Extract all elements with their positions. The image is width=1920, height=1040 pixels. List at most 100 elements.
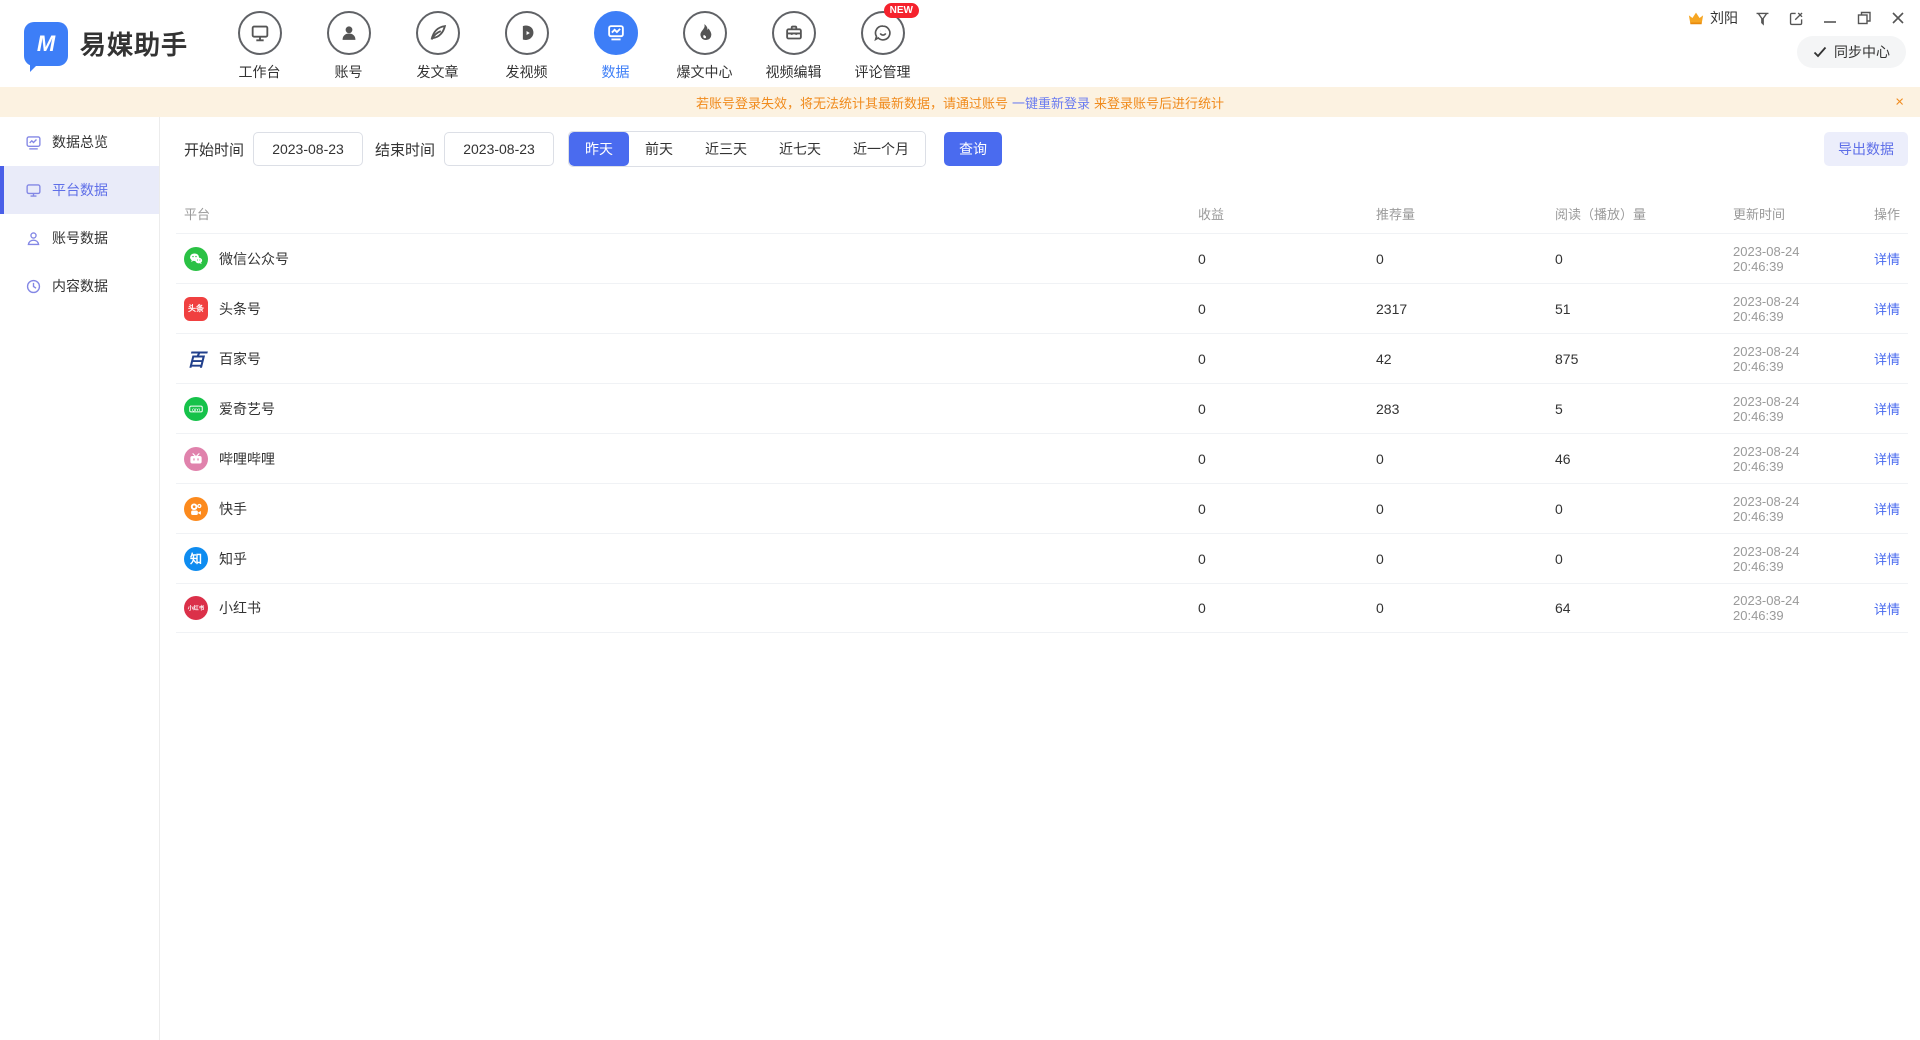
window-controls: 刘阳	[1687, 8, 1908, 28]
revenue-value: 0	[1198, 351, 1376, 367]
detail-link[interactable]: 详情	[1874, 502, 1900, 517]
range-yesterday-button[interactable]: 昨天	[569, 132, 629, 166]
nav-label: 账号	[335, 62, 363, 82]
table-row: 微信公众号 0 0 0 2023-08-24 20:46:39 详情	[176, 233, 1908, 283]
user-chip[interactable]: 刘阳	[1687, 8, 1738, 28]
sidebar-item-label: 内容数据	[52, 276, 108, 296]
reads-value: 51	[1555, 301, 1733, 317]
zhihu-icon: 知	[184, 547, 208, 571]
range-3days-button[interactable]: 近三天	[689, 132, 763, 166]
detail-link[interactable]: 详情	[1874, 302, 1900, 317]
banner-text-after: 来登录账号后进行统计	[1094, 93, 1224, 112]
detail-link[interactable]: 详情	[1874, 352, 1900, 367]
end-time-label: 结束时间	[375, 139, 435, 160]
app-logo: M 易媒助手	[0, 0, 215, 87]
relogin-link[interactable]: 一键重新登录	[1012, 93, 1090, 112]
toutiao-icon: 头条	[184, 297, 208, 321]
video-play-icon	[505, 11, 549, 55]
updated-time: 2023-08-24 20:46:39	[1733, 444, 1818, 474]
platform-name: 爱奇艺号	[219, 399, 275, 419]
maximize-restore-icon[interactable]	[1854, 8, 1874, 28]
platform-name: 快手	[219, 499, 247, 519]
minimize-icon[interactable]	[1820, 8, 1840, 28]
reads-value: 5	[1555, 401, 1733, 417]
start-date-input[interactable]	[253, 132, 363, 166]
recommend-value: 0	[1376, 251, 1555, 267]
flame-icon	[683, 11, 727, 55]
filter-icon[interactable]	[1752, 8, 1772, 28]
workbench-monitor-icon	[238, 11, 282, 55]
table-row: 小红书 小红书 0 0 64 2023-08-24 20:46:39 详情	[176, 583, 1908, 633]
revenue-value: 0	[1198, 401, 1376, 417]
nav-item-workbench[interactable]: 工作台	[215, 11, 304, 82]
range-month-button[interactable]: 近一个月	[837, 132, 925, 166]
check-icon	[1813, 46, 1827, 58]
sidebar-item-platform-data[interactable]: 平台数据	[0, 166, 159, 214]
nav-item-publish-video[interactable]: 发视频	[482, 11, 571, 82]
nav-label: 视频编辑	[766, 62, 822, 82]
sidebar-item-content-data[interactable]: 内容数据	[0, 262, 159, 310]
range-7days-button[interactable]: 近七天	[763, 132, 837, 166]
end-date-input[interactable]	[444, 132, 554, 166]
sync-center-label: 同步中心	[1834, 42, 1890, 62]
nav-label: 爆文中心	[677, 62, 733, 82]
recommend-value: 42	[1376, 351, 1555, 367]
platform-monitor-icon	[24, 181, 42, 199]
notice-banner: 若账号登录失效，将无法统计其最新数据，请通过账号 一键重新登录 来登录账号后进行…	[0, 87, 1920, 117]
sidebar-item-data-overview[interactable]: 数据总览	[0, 118, 159, 166]
nav-item-hot-articles[interactable]: 爆文中心	[660, 11, 749, 82]
revenue-value: 0	[1198, 551, 1376, 567]
svg-text:QIYI: QIYI	[192, 408, 200, 412]
detail-link[interactable]: 详情	[1874, 402, 1900, 417]
banner-close-icon[interactable]: ×	[1895, 95, 1904, 110]
banner-text-before: 若账号登录失效，将无法统计其最新数据，请通过账号	[696, 93, 1008, 112]
platform-name: 头条号	[219, 299, 261, 319]
nav-item-video-edit[interactable]: 视频编辑	[749, 11, 838, 82]
nav-label: 发文章	[417, 62, 459, 82]
sidebar-item-label: 账号数据	[52, 228, 108, 248]
reads-value: 64	[1555, 600, 1733, 616]
table-row: 百 百家号 0 42 875 2023-08-24 20:46:39 详情	[176, 333, 1908, 383]
query-button[interactable]: 查询	[944, 132, 1002, 166]
app-logo-icon: M	[24, 22, 68, 66]
sidebar-item-account-data[interactable]: 账号数据	[0, 214, 159, 262]
nav-item-comment-manage[interactable]: NEW 评论管理	[838, 11, 927, 82]
feedback-edit-icon[interactable]	[1786, 8, 1806, 28]
data-chart-icon	[594, 11, 638, 55]
platform-name: 百家号	[219, 349, 261, 369]
platform-name: 微信公众号	[219, 249, 289, 269]
revenue-value: 0	[1198, 600, 1376, 616]
nav-item-publish-article[interactable]: 发文章	[393, 11, 482, 82]
content-clock-icon	[24, 277, 42, 295]
nav-label: 工作台	[239, 62, 281, 82]
sidebar-item-label: 平台数据	[52, 180, 108, 200]
titlebar: M 易媒助手 工作台 账号 发文章	[0, 0, 1920, 87]
updated-time: 2023-08-24 20:46:39	[1733, 544, 1818, 574]
nav-item-data[interactable]: 数据	[571, 11, 660, 82]
detail-link[interactable]: 详情	[1874, 252, 1900, 267]
updated-time: 2023-08-24 20:46:39	[1733, 494, 1818, 524]
nav-item-account[interactable]: 账号	[304, 11, 393, 82]
revenue-value: 0	[1198, 301, 1376, 317]
col-action: 操作	[1818, 204, 1908, 223]
revenue-value: 0	[1198, 251, 1376, 267]
table-row: 哔哩哔哩 0 0 46 2023-08-24 20:46:39 详情	[176, 433, 1908, 483]
export-data-button[interactable]: 导出数据	[1824, 132, 1908, 166]
table-header: 平台 收益 推荐量 阅读（播放）量 更新时间 操作	[176, 193, 1908, 233]
detail-link[interactable]: 详情	[1874, 452, 1900, 467]
kuaishou-icon	[184, 497, 208, 521]
toolbox-icon	[772, 11, 816, 55]
bilibili-icon	[184, 447, 208, 471]
detail-link[interactable]: 详情	[1874, 602, 1900, 617]
table-row: 头条 头条号 0 2317 51 2023-08-24 20:46:39 详情	[176, 283, 1908, 333]
close-icon[interactable]	[1888, 8, 1908, 28]
sync-center-button[interactable]: 同步中心	[1797, 36, 1906, 68]
col-platform: 平台	[176, 204, 1198, 223]
crown-icon	[1687, 10, 1705, 26]
platform-data-table: 平台 收益 推荐量 阅读（播放）量 更新时间 操作	[176, 193, 1908, 633]
main-nav: 工作台 账号 发文章 发视频	[215, 0, 927, 87]
detail-link[interactable]: 详情	[1874, 552, 1900, 567]
main-content: 开始时间 结束时间 昨天 前天 近三天 近七天 近一个月 查询 导出数据 平台 …	[160, 117, 1920, 1040]
sidebar-item-label: 数据总览	[52, 132, 108, 152]
range-day-before-button[interactable]: 前天	[629, 132, 689, 166]
